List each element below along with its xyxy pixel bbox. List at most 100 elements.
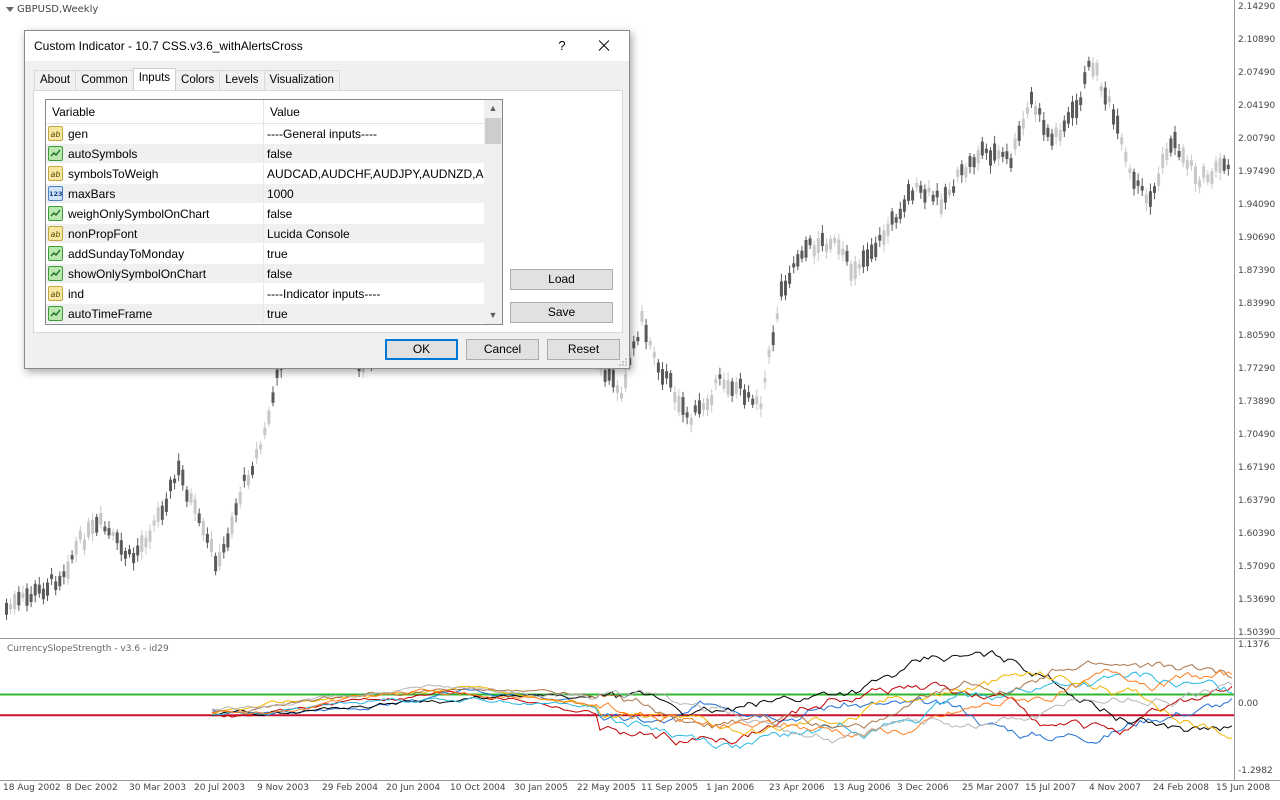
table-row[interactable]: weighOnlySymbolOnChart false — [46, 204, 484, 224]
resize-grip-icon[interactable] — [619, 358, 627, 366]
candle-body — [1066, 112, 1070, 124]
variable-name: ind — [68, 286, 85, 301]
tab-about[interactable]: About — [34, 70, 77, 90]
close-icon[interactable] — [591, 35, 617, 57]
value-cell[interactable]: true — [264, 244, 484, 263]
variable-name: addSundayToMonday — [68, 246, 185, 261]
candle-body — [837, 239, 841, 255]
column-header-variable[interactable]: Variable — [46, 100, 264, 124]
price-tick-label: 1.70490 — [1238, 430, 1276, 441]
candle-body — [33, 583, 37, 596]
price-tick-label: 1.90690 — [1238, 232, 1276, 243]
table-row[interactable]: ab ind ----Indicator inputs---- — [46, 284, 484, 304]
price-tick-label: 2.10890 — [1238, 34, 1276, 45]
candle-body — [1001, 151, 1005, 157]
load-button[interactable]: Load — [510, 269, 613, 290]
candle-body — [767, 349, 771, 357]
help-button[interactable]: ? — [551, 35, 573, 57]
candle-body — [997, 150, 1001, 159]
candle-body — [189, 493, 193, 503]
table-row[interactable]: autoSymbols false — [46, 144, 484, 164]
tab-levels[interactable]: Levels — [219, 70, 265, 90]
candle-body — [50, 574, 54, 580]
grid-scrollbar[interactable]: ▲ ▼ — [484, 100, 502, 324]
date-tick-label: 15 Jun 2008 — [1216, 783, 1271, 793]
ok-button[interactable]: OK — [385, 339, 458, 360]
value-cell[interactable]: true — [264, 304, 484, 323]
candle-body — [1177, 150, 1181, 158]
candle-body — [205, 533, 209, 543]
candle-body — [1157, 173, 1161, 186]
candle-body — [878, 234, 882, 241]
candle-body — [644, 324, 648, 343]
value-cell[interactable]: Lucida Console — [264, 224, 484, 243]
tab-colors[interactable]: Colors — [175, 70, 221, 90]
candle-body — [738, 378, 742, 389]
candle-body — [677, 395, 681, 413]
bool-type-icon — [48, 266, 63, 281]
value-cell[interactable]: ----General inputs---- — [264, 124, 484, 143]
date-tick-label: 3 Dec 2006 — [897, 783, 949, 793]
candle-body — [972, 157, 976, 168]
variable-name: gen — [68, 126, 89, 141]
candle-body — [181, 469, 185, 486]
candle-body — [1021, 119, 1025, 129]
candle-body — [636, 337, 640, 342]
value-cell[interactable]: AUDCAD,AUDCHF,AUDJPY,AUDNZD,A... — [264, 164, 484, 183]
candle-body — [259, 444, 263, 450]
value-cell[interactable]: 1000 — [264, 184, 484, 203]
candle-body — [661, 369, 664, 385]
price-tick-label: 1.63790 — [1238, 496, 1276, 507]
table-row[interactable]: ab nonPropFont Lucida Console — [46, 224, 484, 244]
table-row[interactable]: ab gen ----General inputs---- — [46, 124, 484, 144]
dialog-titlebar[interactable]: Custom Indicator - 10.7 CSS.v3.6_withAle… — [25, 31, 629, 61]
price-tick-label: 2.04190 — [1238, 100, 1276, 111]
tab-inputs[interactable]: Inputs — [132, 68, 177, 90]
table-row[interactable]: ab symbolsToWeigh AUDCAD,AUDCHF,AUDJPY,AUD… — [46, 164, 484, 184]
variable-cell: autoSymbols — [46, 144, 264, 163]
price-tick-label: 2.14290 — [1238, 2, 1276, 12]
candle-body — [13, 593, 17, 609]
date-tick-label: 24 Feb 2008 — [1153, 783, 1210, 793]
scroll-down-arrow-icon[interactable]: ▼ — [484, 307, 502, 324]
candle-body — [603, 370, 607, 382]
candle-body — [275, 369, 279, 378]
value-cell[interactable]: false — [264, 264, 484, 283]
bool-type-icon — [48, 206, 63, 221]
variable-name: weighOnlySymbolOnChart — [68, 206, 210, 221]
table-row[interactable]: showOnlySymbolOnChart false — [46, 264, 484, 284]
reset-button[interactable]: Reset — [547, 339, 620, 360]
candle-body — [849, 263, 853, 281]
tab-common[interactable]: Common — [75, 70, 134, 90]
indicator-tick-label: 1.1376 — [1238, 640, 1270, 650]
scroll-thumb[interactable] — [485, 118, 501, 144]
date-tick-label: 22 May 2005 — [577, 783, 636, 793]
candle-body — [1038, 108, 1042, 115]
variable-cell: ab gen — [46, 124, 264, 143]
table-row[interactable]: autoTimeFrame true — [46, 304, 484, 324]
candle-body — [656, 362, 660, 373]
value-cell[interactable]: false — [264, 204, 484, 223]
value-cell[interactable]: false — [264, 144, 484, 163]
tab-visualization[interactable]: Visualization — [263, 70, 340, 90]
value-cell[interactable]: ----Indicator inputs---- — [264, 284, 484, 303]
variable-cell: weighOnlySymbolOnChart — [46, 204, 264, 223]
candle-body — [222, 544, 226, 553]
candle-body — [78, 530, 82, 540]
candle-body — [58, 575, 62, 587]
price-tick-label: 1.77290 — [1238, 364, 1276, 375]
candle-body — [1009, 158, 1013, 168]
candle-body — [148, 530, 152, 543]
scroll-up-arrow-icon[interactable]: ▲ — [484, 100, 502, 117]
save-button[interactable]: Save — [510, 302, 613, 323]
column-header-value[interactable]: Value — [264, 100, 484, 124]
candle-body — [66, 561, 70, 579]
candle-body — [710, 394, 714, 405]
candle-body — [1025, 107, 1029, 114]
table-row[interactable]: addSundayToMonday true — [46, 244, 484, 264]
candle-body — [968, 156, 972, 168]
table-row[interactable]: 123 maxBars 1000 — [46, 184, 484, 204]
cancel-button[interactable]: Cancel — [466, 339, 539, 360]
candle-body — [1124, 151, 1128, 163]
terminal-window: GBPUSD,Weekly CurrencySlopeStrength - v3… — [0, 0, 1280, 800]
